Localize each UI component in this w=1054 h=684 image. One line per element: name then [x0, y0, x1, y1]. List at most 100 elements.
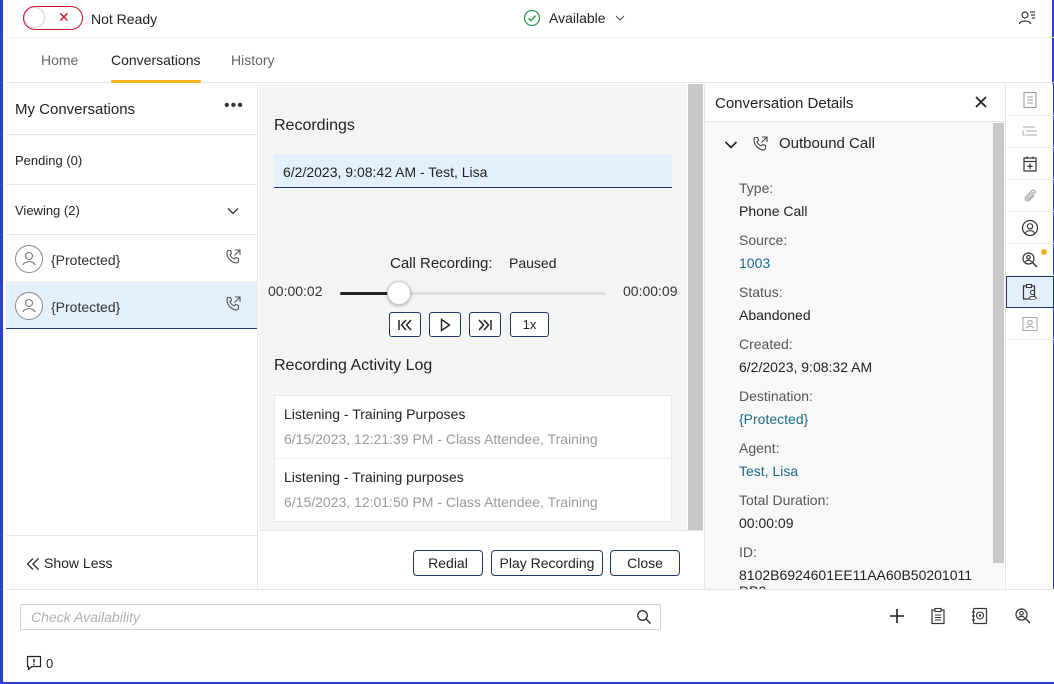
app-frame: ✕ Not Ready Available Home Conversations…: [0, 0, 1054, 684]
search-icon[interactable]: [636, 609, 652, 625]
outbound-phone-icon: [226, 296, 241, 311]
detail-agent: Agent: Test, Lisa: [739, 440, 798, 479]
detail-duration: Total Duration: 00:00:09: [739, 492, 829, 531]
tab-history[interactable]: History: [231, 52, 275, 83]
log-meta: 6/15/2023, 12:01:50 PM - Class Attendee,…: [284, 494, 598, 510]
field-value-link[interactable]: 1003: [739, 255, 787, 271]
rail-contact[interactable]: [1006, 212, 1054, 244]
pending-section[interactable]: Pending (0): [6, 135, 257, 185]
person-icon: [22, 298, 36, 313]
skip-back-icon: [398, 318, 412, 331]
skip-back-button[interactable]: [389, 312, 421, 337]
detail-destination: Destination: {Protected}: [739, 388, 813, 427]
outbound-phone-icon: [753, 136, 768, 151]
more-options-icon[interactable]: •••: [224, 97, 244, 115]
field-label: ID:: [739, 544, 757, 560]
details-title: Conversation Details: [715, 95, 854, 112]
play-icon: [440, 317, 451, 332]
viewing-label: Viewing (2): [15, 203, 80, 218]
rail-notes[interactable]: [1006, 84, 1054, 116]
detail-id: ID: 8102B6924601EE11AA60B50201011DB0: [739, 544, 979, 589]
list-item: Listening - Training Purposes 6/15/2023,…: [275, 396, 671, 459]
document-icon: [1023, 91, 1037, 108]
toggle-knob: [25, 8, 44, 27]
outbound-phone-icon: [226, 249, 241, 264]
clipboard-user-icon: [1022, 283, 1038, 300]
calendar-add-icon: [1023, 156, 1037, 172]
user-search-icon[interactable]: [1014, 607, 1032, 625]
detail-created: Created: 6/2/2023, 9:08:32 AM: [739, 336, 872, 375]
rail-conversation-details[interactable]: [1006, 276, 1054, 308]
top-bar: ✕ Not Ready Available: [6, 0, 1054, 38]
conversation-name: {Protected}: [51, 252, 121, 268]
person-icon: [22, 251, 36, 266]
close-icon[interactable]: [973, 94, 989, 110]
conversation-item-selected[interactable]: {Protected}: [6, 282, 257, 329]
conversation-name: {Protected}: [51, 299, 121, 315]
chevron-down-icon: [724, 141, 738, 149]
show-less-label: Show Less: [44, 555, 113, 571]
recording-label: 6/2/2023, 9:08:42 AM - Test, Lisa: [283, 164, 488, 180]
show-less-button[interactable]: Show Less: [6, 535, 257, 589]
check-circle-icon: [523, 9, 541, 27]
skip-forward-button[interactable]: [469, 312, 501, 337]
play-button[interactable]: [429, 312, 461, 337]
close-button[interactable]: Close: [610, 550, 680, 576]
field-value-link[interactable]: Test, Lisa: [739, 463, 798, 479]
check-availability-input[interactable]: [21, 605, 631, 629]
rail-schedule[interactable]: [1006, 148, 1054, 180]
skip-forward-icon: [478, 318, 492, 331]
rail-agent-search[interactable]: [1006, 244, 1054, 276]
alert-message-icon: [26, 655, 42, 671]
side-icon-rail: [1005, 84, 1054, 589]
notification-dot: [1041, 249, 1047, 255]
conversation-details-panel: Conversation Details Outbound Call Type:…: [704, 84, 1005, 589]
rail-list[interactable]: [1006, 116, 1054, 148]
outbound-call-section[interactable]: Outbound Call: [705, 123, 990, 165]
agent-status-label: Not Ready: [91, 11, 158, 27]
rail-contact-card[interactable]: [1006, 308, 1054, 340]
recording-item-selected[interactable]: 6/2/2023, 9:08:42 AM - Test, Lisa: [274, 154, 672, 188]
conversation-item[interactable]: {Protected}: [6, 235, 257, 282]
recordings-scrollbar[interactable]: [688, 84, 703, 530]
field-value-link[interactable]: {Protected}: [739, 411, 813, 427]
avatar: [15, 245, 43, 273]
viewing-section[interactable]: Viewing (2): [6, 185, 257, 235]
plus-icon[interactable]: [888, 607, 906, 625]
pending-label: Pending (0): [15, 153, 83, 168]
chevron-down-icon[interactable]: [225, 203, 241, 219]
chevron-down-icon: [615, 15, 624, 21]
availability-dropdown[interactable]: Available: [523, 8, 626, 28]
time-current: 00:00:02: [268, 283, 323, 299]
address-book-icon[interactable]: [971, 607, 989, 625]
not-ready-toggle[interactable]: ✕: [23, 6, 83, 30]
play-recording-button[interactable]: Play Recording: [491, 550, 603, 576]
clipboard-list-icon[interactable]: [929, 607, 947, 625]
tab-conversations[interactable]: Conversations: [111, 52, 201, 83]
rail-attachments[interactable]: [1006, 180, 1054, 212]
log-action: Listening - Training Purposes: [284, 406, 466, 422]
user-circle-icon: [1021, 219, 1039, 236]
activity-log: Listening - Training Purposes 6/15/2023,…: [274, 395, 672, 522]
scrollbar-thumb[interactable]: [993, 123, 1004, 563]
call-recording-label: Call Recording:: [390, 255, 493, 272]
detail-status: Status: Abandoned: [739, 284, 811, 323]
availability-label: Available: [549, 10, 606, 26]
recordings-title: Recordings: [274, 117, 355, 134]
redial-button[interactable]: Redial: [413, 550, 483, 576]
field-label: Source:: [739, 232, 788, 248]
alerts-indicator[interactable]: 0: [26, 655, 53, 671]
tab-home[interactable]: Home: [41, 52, 78, 83]
playback-slider-thumb[interactable]: [387, 281, 412, 305]
user-menu-button[interactable]: [1018, 9, 1036, 30]
avatar: [15, 292, 43, 320]
scrollbar-thumb[interactable]: [688, 84, 703, 530]
id-card-icon: [1022, 316, 1038, 331]
user-list-icon: [1018, 11, 1035, 25]
details-scrollbar[interactable]: [993, 123, 1004, 563]
playback-speed-button[interactable]: 1x: [510, 312, 549, 337]
log-meta: 6/15/2023, 12:21:39 PM - Class Attendee,…: [284, 431, 598, 447]
field-label: Created:: [739, 336, 793, 352]
playback-track[interactable]: [340, 292, 606, 295]
time-total: 00:00:09: [623, 283, 678, 299]
